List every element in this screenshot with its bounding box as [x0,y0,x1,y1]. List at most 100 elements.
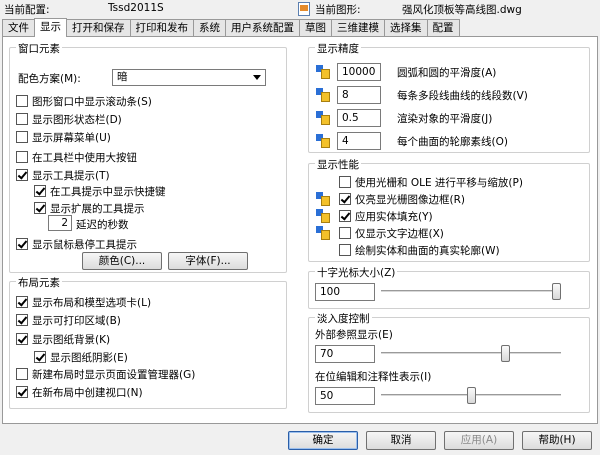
xref-fade-slider-thumb[interactable] [500,345,510,362]
checkbox[interactable] [16,314,28,326]
fade-control-title: 淡入度控制 [315,311,372,326]
checkbox[interactable] [16,386,28,398]
checkbox[interactable] [339,210,351,222]
option-label: 显示扩展的工具提示 [50,202,145,215]
option-show-screen-menu[interactable]: 显示屏幕菜单(U) [16,129,111,145]
checkbox[interactable] [34,351,46,363]
layout-elements-title: 布局元素 [16,275,62,290]
xref-fade-slider-track[interactable] [381,352,561,355]
tab-plot-publish[interactable]: 打印和发布 [129,19,194,37]
tab-3d-modeling[interactable]: 三维建模 [331,19,385,37]
checkbox[interactable] [339,176,351,188]
option-layout-model-tabs[interactable]: 显示布局和模型选项卡(L) [16,294,151,310]
performance-icon [315,191,331,207]
option-paper-background[interactable]: 显示图纸背景(K) [16,331,110,347]
crosshair-size-slider-thumb[interactable] [552,283,561,300]
polyline-segments-label: 每条多段线曲线的线段数(V) [397,90,528,102]
tooltip-delay-input[interactable]: 2 [48,215,72,231]
xref-fade-label: 外部参照显示(E) [315,329,393,341]
inplace-fade-slider-thumb[interactable] [466,387,476,404]
current-drawing-value: 强风化顶板等高线图.dwg [402,4,522,16]
option-solid-fill[interactable]: 应用实体填充(Y) [339,208,433,224]
option-text-boundary-frame[interactable]: 仅显示文字边框(X) [339,225,444,241]
checkbox[interactable] [16,368,28,380]
tab-system[interactable]: 系统 [193,19,226,37]
checkbox[interactable] [16,238,28,250]
option-large-buttons[interactable]: 在工具栏中使用大按钮 [16,149,137,165]
chevron-down-icon[interactable] [253,75,261,80]
tab-drafting[interactable]: 草图 [299,19,332,37]
option-mouse-hover-tooltips[interactable]: 显示鼠标悬停工具提示 [16,236,137,252]
tab-selection[interactable]: 选择集 [384,19,428,37]
resolution-icon [315,133,331,149]
colors-button[interactable]: 颜色(C)... [82,252,162,270]
cancel-button[interactable]: 取消 [366,431,436,450]
checkbox[interactable] [16,131,28,143]
inplace-fade-input[interactable]: 50 [315,387,375,405]
contour-lines-input[interactable]: 4 [337,132,381,150]
fonts-button[interactable]: 字体(F)... [168,252,248,270]
apply-button[interactable]: 应用(A) [444,431,514,450]
checkbox[interactable] [34,185,46,197]
color-scheme-select[interactable]: 暗 [112,69,266,86]
checkbox[interactable] [16,333,28,345]
tab-strip: 文件 显示 打开和保存 打印和发布 系统 用户系统配置 草图 三维建模 选择集 … [2,18,598,37]
color-scheme-value: 暗 [117,71,128,83]
checkbox[interactable] [16,169,28,181]
crosshair-size-input[interactable]: 100 [315,283,375,301]
checkbox[interactable] [34,202,46,214]
checkbox[interactable] [16,151,28,163]
option-show-status-bar[interactable]: 显示图形状态栏(D) [16,111,122,127]
display-tab-panel: 窗口元素 配色方案(M): 暗 图形窗口中显示滚动条(S) 显示图形状态栏(D)… [2,36,598,424]
option-label: 应用实体填充(Y) [355,210,433,223]
contour-lines-label: 每个曲面的轮廓素线(O) [397,136,508,148]
tab-open-save[interactable]: 打开和保存 [66,19,131,37]
resolution-icon [315,64,331,80]
tab-display[interactable]: 显示 [34,18,67,37]
option-label: 图形窗口中显示滚动条(S) [32,95,152,108]
option-label: 显示图纸背景(K) [32,333,111,346]
display-resolution-title: 显示精度 [315,41,361,56]
option-create-viewport[interactable]: 在新布局中创建视口(N) [16,384,143,400]
current-drawing-label: 当前图形: [315,4,361,16]
option-show-scrollbars[interactable]: 图形窗口中显示滚动条(S) [16,93,152,109]
checkbox[interactable] [339,244,351,256]
option-printable-area[interactable]: 显示可打印区域(B) [16,312,121,328]
option-pan-zoom-raster-ole[interactable]: 使用光栅和 OLE 进行平移与缩放(P) [339,174,523,190]
checkbox[interactable] [16,95,28,107]
polyline-segments-input[interactable]: 8 [337,86,381,104]
tab-user-preferences[interactable]: 用户系统配置 [225,19,300,37]
tab-files[interactable]: 文件 [2,19,35,37]
xref-fade-input[interactable]: 70 [315,345,375,363]
option-extended-tooltips[interactable]: 显示扩展的工具提示 [34,200,145,216]
option-tooltip-shortcut-keys[interactable]: 在工具提示中显示快捷键 [34,183,166,199]
option-true-silhouettes[interactable]: 绘制实体和曲面的真实轮廓(W) [339,242,500,258]
color-scheme-label: 配色方案(M): [18,73,81,85]
current-profile-label: 当前配置: [4,4,50,16]
option-label: 在工具提示中显示快捷键 [50,185,166,198]
rendered-smoothness-input[interactable]: 0.5 [337,109,381,127]
performance-icon [315,225,331,241]
help-button[interactable]: 帮助(H) [522,431,592,450]
crosshair-size-slider-track[interactable] [381,290,561,293]
arc-smoothness-input[interactable]: 10000 [337,63,381,81]
checkbox[interactable] [16,296,28,308]
option-label: 仅显示文字边框(X) [355,227,444,240]
checkbox[interactable] [16,113,28,125]
window-elements-group: 窗口元素 配色方案(M): 暗 图形窗口中显示滚动条(S) 显示图形状态栏(D)… [9,41,287,273]
checkbox[interactable] [339,227,351,239]
ok-button[interactable]: 确定 [288,431,358,450]
fade-control-group: 淡入度控制 外部参照显示(E) 70 在位编辑和注释性表示(I) 50 [308,311,590,413]
option-label: 显示屏幕菜单(U) [32,131,111,144]
display-performance-title: 显示性能 [315,157,361,172]
option-label: 显示图形状态栏(D) [32,113,122,126]
inplace-fade-label: 在位编辑和注释性表示(I) [315,371,432,383]
option-paper-shadow[interactable]: 显示图纸阴影(E) [34,349,128,365]
option-highlight-raster-frame[interactable]: 仅亮显光栅图像边框(R) [339,191,465,207]
drawing-file-icon [298,2,310,19]
checkbox[interactable] [339,193,351,205]
tab-profiles[interactable]: 配置 [426,19,460,37]
option-page-setup-manager[interactable]: 新建布局时显示页面设置管理器(G) [16,366,195,382]
layout-elements-group: 布局元素 显示布局和模型选项卡(L) 显示可打印区域(B) 显示图纸背景(K) … [9,275,287,409]
option-show-tooltips[interactable]: 显示工具提示(T) [16,167,110,183]
